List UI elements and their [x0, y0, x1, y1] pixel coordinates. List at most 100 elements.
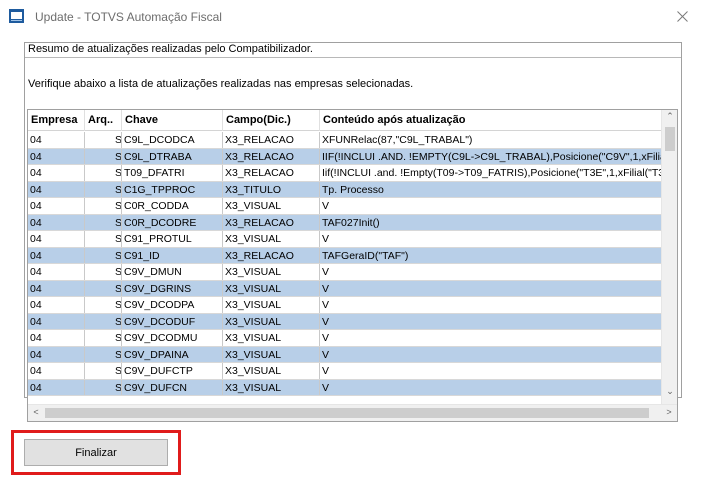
cell-arq: SX3 [85, 313, 122, 330]
cell-empresa: 04 [28, 363, 85, 380]
cell-chave: C9V_DCODUF [122, 313, 223, 330]
cell-campo: X3_RELACAO [223, 214, 320, 231]
table-row[interactable]: 04SX3C0R_CODDAX3_VISUALV [28, 198, 663, 215]
cell-conteudo: V [320, 198, 663, 215]
horizontal-scroll-thumb[interactable] [45, 408, 649, 418]
cell-campo: X3_RELACAO [223, 132, 320, 149]
cell-chave: C9V_DPAINA [122, 346, 223, 363]
cell-campo: X3_TITULO [223, 181, 320, 198]
cell-conteudo: V [320, 363, 663, 380]
close-button[interactable] [659, 0, 705, 32]
cell-empresa: 04 [28, 247, 85, 264]
cell-chave: C1G_TPPROC [122, 181, 223, 198]
cell-arq: SX3 [85, 280, 122, 297]
cell-chave: C9L_DTRABA [122, 148, 223, 165]
column-header-empresa[interactable]: Empresa [28, 110, 85, 131]
vertical-scrollbar[interactable]: ⌃ ⌄ [661, 110, 677, 405]
finalizar-button[interactable]: Finalizar [24, 439, 168, 466]
cell-empresa: 04 [28, 330, 85, 347]
cell-campo: X3_VISUAL [223, 313, 320, 330]
cell-arq: SX3 [85, 247, 122, 264]
cell-empresa: 04 [28, 214, 85, 231]
cell-arq: SX3 [85, 297, 122, 314]
cell-chave: C9V_DCODMU [122, 330, 223, 347]
cell-conteudo: V [320, 313, 663, 330]
cell-chave: C91_ID [122, 247, 223, 264]
cell-chave: C0R_CODDA [122, 198, 223, 215]
cell-arq: SX3 [85, 132, 122, 149]
cell-empresa: 04 [28, 165, 85, 182]
cell-campo: X3_VISUAL [223, 297, 320, 314]
cell-campo: X3_RELACAO [223, 148, 320, 165]
app-icon [9, 9, 24, 23]
cell-conteudo: V [320, 379, 663, 396]
updates-grid[interactable]: Empresa Arq.. Chave Campo(Dic.) Conteúdo… [27, 109, 678, 422]
table-row[interactable]: 04SX3C9V_DUFCTPX3_VISUALV [28, 363, 663, 380]
cell-campo: X3_VISUAL [223, 330, 320, 347]
cell-chave: C91_PROTUL [122, 231, 223, 248]
column-header-campo[interactable]: Campo(Dic.) [223, 110, 320, 131]
scroll-right-icon[interactable]: > [661, 407, 677, 417]
cell-arq: SX3 [85, 198, 122, 215]
cell-empresa: 04 [28, 181, 85, 198]
cell-conteudo: XFUNRelac(87,"C9L_TRABAL") [320, 132, 663, 149]
close-icon [676, 10, 688, 22]
cell-empresa: 04 [28, 231, 85, 248]
cell-campo: X3_VISUAL [223, 363, 320, 380]
cell-conteudo: V [320, 297, 663, 314]
table-row[interactable]: 04SX3C9L_DTRABAX3_RELACAOIIF(!INCLUI .AN… [28, 148, 663, 165]
table-row[interactable]: 04SX3C9V_DCODPAX3_VISUALV [28, 297, 663, 314]
table-row[interactable]: 04SX3C9V_DPAINAX3_VISUALV [28, 346, 663, 363]
window-title: Update - TOTVS Automação Fiscal [35, 10, 222, 24]
cell-chave: C9V_DUFCTP [122, 363, 223, 380]
cell-conteudo: V [320, 264, 663, 281]
cell-empresa: 04 [28, 264, 85, 281]
cell-arq: SX3 [85, 379, 122, 396]
cell-campo: X3_VISUAL [223, 198, 320, 215]
table-row[interactable]: 04SX3C9V_DCODUFX3_VISUALV [28, 313, 663, 330]
cell-empresa: 04 [28, 132, 85, 149]
scroll-up-icon[interactable]: ⌃ [662, 111, 677, 122]
cell-conteudo: Iif(!INCLUI .and. !Empty(T09->T09_FATRIS… [320, 165, 663, 182]
cell-chave: C9V_DUFCN [122, 379, 223, 396]
cell-arq: SX3 [85, 330, 122, 347]
cell-chave: T09_DFATRI [122, 165, 223, 182]
cell-arq: SX3 [85, 181, 122, 198]
table-row[interactable]: 04SX3C9V_DUFCNX3_VISUALV [28, 379, 663, 396]
cell-campo: X3_VISUAL [223, 280, 320, 297]
table-row[interactable]: 04SX3C0R_DCODREX3_RELACAOTAF027Init() [28, 214, 663, 231]
table-row[interactable]: 04SX3C9V_DGRINSX3_VISUALV [28, 280, 663, 297]
cell-empresa: 04 [28, 313, 85, 330]
table-row[interactable]: 04SX3C91_PROTULX3_VISUALV [28, 231, 663, 248]
title-bar: Update - TOTVS Automação Fiscal [0, 0, 705, 34]
column-header-arq[interactable]: Arq.. [85, 110, 122, 131]
cell-conteudo: V [320, 346, 663, 363]
table-row[interactable]: 04SX3C9V_DMUNX3_VISUALV [28, 264, 663, 281]
cell-arq: SX3 [85, 264, 122, 281]
cell-empresa: 04 [28, 379, 85, 396]
scroll-left-icon[interactable]: < [28, 407, 44, 417]
cell-conteudo: IIF(!INCLUI .AND. !EMPTY(C9L->C9L_TRABAL… [320, 148, 663, 165]
cell-conteudo: TAF027Init() [320, 214, 663, 231]
vertical-scroll-thumb[interactable] [665, 127, 675, 151]
table-row[interactable]: 04SX3T09_DFATRIX3_RELACAOIif(!INCLUI .an… [28, 165, 663, 182]
scroll-down-icon[interactable]: ⌄ [662, 386, 677, 397]
table-row[interactable]: 04SX3C9L_DCODCAX3_RELACAOXFUNRelac(87,"C… [28, 132, 663, 149]
cell-campo: X3_VISUAL [223, 379, 320, 396]
table-row[interactable]: 04SX3C91_IDX3_RELACAOTAFGeraID("TAF") [28, 247, 663, 264]
column-header-conteudo[interactable]: Conteúdo após atualização [320, 110, 663, 131]
cell-arq: SX3 [85, 148, 122, 165]
cell-chave: C9V_DMUN [122, 264, 223, 281]
cell-conteudo: V [320, 330, 663, 347]
cell-campo: X3_RELACAO [223, 247, 320, 264]
cell-campo: X3_RELACAO [223, 165, 320, 182]
cell-chave: C9V_DGRINS [122, 280, 223, 297]
table-row[interactable]: 04SX3C9V_DCODMUX3_VISUALV [28, 330, 663, 347]
horizontal-scrollbar[interactable]: < > [28, 404, 677, 421]
cell-chave: C0R_DCODRE [122, 214, 223, 231]
column-header-chave[interactable]: Chave [122, 110, 223, 131]
cell-empresa: 04 [28, 280, 85, 297]
cell-arq: SX3 [85, 346, 122, 363]
table-row[interactable]: 04SX3C1G_TPPROCX3_TITULOTp. Processo [28, 181, 663, 198]
cell-campo: X3_VISUAL [223, 346, 320, 363]
